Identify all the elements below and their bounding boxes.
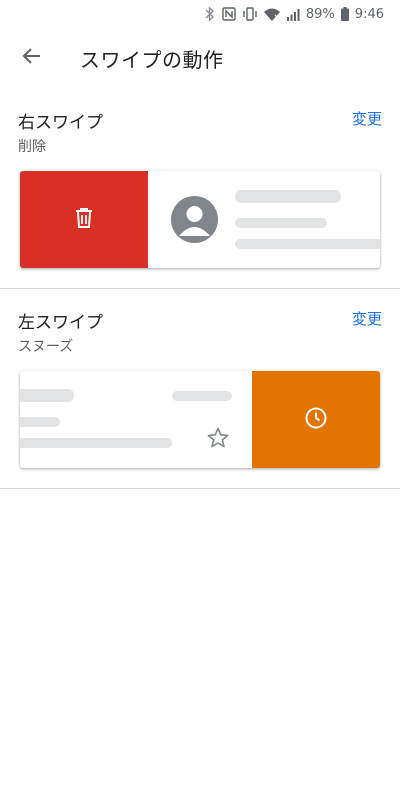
nfc-icon [222,7,236,21]
vibrate-icon [242,7,258,21]
placeholder-line [20,389,74,402]
back-button[interactable] [16,42,48,74]
placeholder-line [172,391,232,401]
battery-percent: 89% [305,6,335,22]
placeholder-line [235,239,380,249]
avatar [171,196,218,243]
right-swipe-preview-card [20,171,380,268]
right-swipe-section: 右スワイプ 削除 変更 [0,88,400,288]
placeholder-line [20,417,60,427]
left-swipe-preview-card [20,371,380,468]
clock-icon [304,406,328,434]
placeholder-line [20,438,172,448]
bluetooth-icon [204,6,216,22]
delete-action-panel [20,171,148,268]
app-bar: スワイプの動作 [0,28,400,88]
battery-icon [340,7,349,21]
arrow-back-icon [22,46,42,70]
clock-time: 9:46 [354,6,384,22]
placeholder-line [235,190,341,203]
status-bar: 89% 9:46 [0,0,400,28]
left-swipe-section: 左スワイプ スヌーズ 変更 [0,289,400,489]
delete-icon [74,207,94,233]
wifi-icon [263,8,280,21]
right-swipe-action-label: 削除 [18,139,46,155]
snooze-action-panel [252,371,380,468]
left-swipe-action-label: スヌーズ [18,339,74,355]
left-swipe-change-button[interactable]: 変更 [352,308,382,329]
right-swipe-title: 右スワイプ [18,113,103,133]
page-title: スワイプの動作 [80,48,224,72]
section-divider [0,488,400,489]
right-swipe-change-button[interactable]: 変更 [352,108,382,129]
left-swipe-title: 左スワイプ [18,313,103,333]
star-icon [206,426,230,454]
placeholder-line [235,218,327,228]
signal-icon [286,8,300,21]
